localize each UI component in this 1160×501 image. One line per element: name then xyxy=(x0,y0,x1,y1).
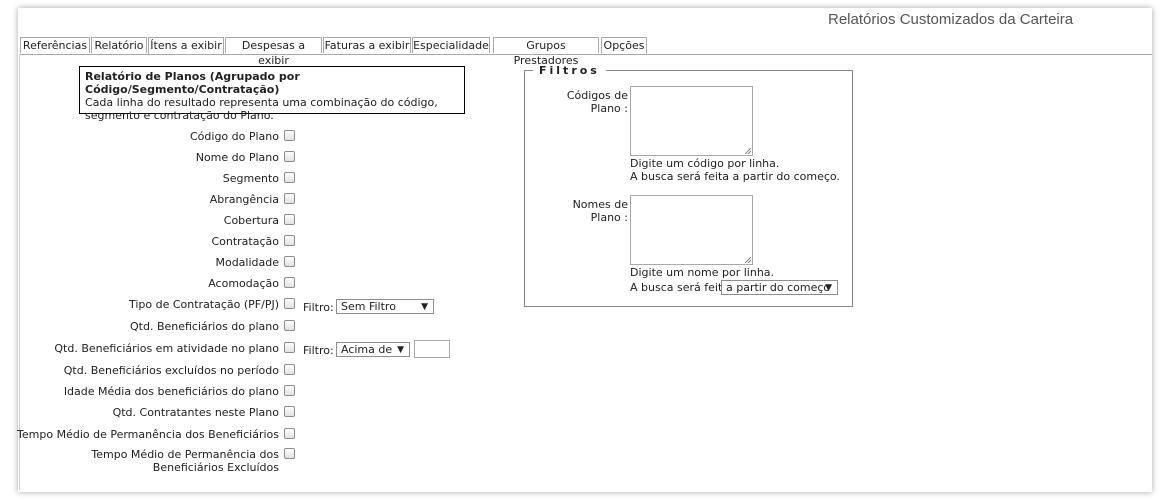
checkbox-tipo-contratacao[interactable] xyxy=(284,298,295,309)
checkbox-beneficiarios-atividade[interactable] xyxy=(284,342,295,353)
checkbox-beneficiarios-excluidos[interactable] xyxy=(284,364,295,375)
checkbox-modalidade[interactable] xyxy=(284,256,295,267)
nomes-search-mode-value: a partir do começo xyxy=(726,281,831,294)
checkbox-tempo-permanencia-excluidos[interactable] xyxy=(284,448,295,459)
tab-despesas-a-exibir[interactable]: Despesas a exibir xyxy=(225,37,322,67)
checkbox-segmento[interactable] xyxy=(284,172,295,183)
tab-relatorio[interactable]: Relatório xyxy=(91,37,147,53)
checkbox-contratacao[interactable] xyxy=(284,235,295,246)
tab-especialidade[interactable]: Especialidade xyxy=(412,37,490,53)
checkbox-tempo-permanencia[interactable] xyxy=(284,428,295,439)
codigos-help-1: Digite um código por linha. xyxy=(630,157,780,170)
codigos-help-2: A busca será feita a partir do começo. xyxy=(630,170,840,183)
panel-border xyxy=(19,54,20,490)
item-label-contratacao: Contratação xyxy=(211,235,279,248)
checkbox-acomodacao[interactable] xyxy=(284,277,295,288)
tab-divider xyxy=(20,54,1152,55)
checkbox-codigo-plano[interactable] xyxy=(284,130,295,141)
nomes-help-2: A busca será feita xyxy=(630,281,729,294)
item-label-beneficiarios-excluidos: Qtd. Beneficiários excluídos no período xyxy=(63,364,279,377)
page-title: Relatórios Customizados da Carteira xyxy=(828,11,1074,28)
item-label-cobertura: Cobertura xyxy=(223,214,279,227)
checkbox-qtd-beneficiarios[interactable] xyxy=(284,320,295,331)
codigos-plano-label: Códigos de Plano : xyxy=(566,89,628,115)
tab-itens-a-exibir[interactable]: Ítens a exibir xyxy=(148,37,224,55)
chevron-down-icon: ▼ xyxy=(825,283,832,293)
item-label-nome-plano: Nome do Plano xyxy=(195,151,279,164)
item-label-beneficiarios-atividade: Qtd. Beneficiários em atividade no plano xyxy=(54,342,279,355)
atividade-filter-select[interactable]: Acima de ▼ xyxy=(336,342,410,357)
item-label-modalidade: Modalidade xyxy=(215,256,279,269)
checkbox-idade-media[interactable] xyxy=(284,385,295,396)
checkbox-nome-plano[interactable] xyxy=(284,151,295,162)
item-label-qtd-contratantes: Qtd. Contratantes neste Plano xyxy=(112,406,279,419)
nomes-help-1: Digite um nome por linha. xyxy=(630,266,775,279)
codigos-plano-textarea[interactable] xyxy=(630,86,753,156)
item-label-idade-media: Idade Média dos beneficiários do plano xyxy=(63,385,279,398)
resize-handle-icon[interactable] xyxy=(745,148,751,154)
filtro-label-tipo: Filtro: xyxy=(303,301,334,314)
atividade-threshold-input[interactable] xyxy=(414,340,450,358)
item-label-codigo-plano: Código do Plano xyxy=(190,130,279,143)
item-label-tempo-permanencia: Tempo Médio de Permanência dos Beneficiá… xyxy=(17,428,279,441)
nomes-plano-textarea[interactable] xyxy=(630,195,753,265)
report-info-description: Cada linha do resultado representa uma c… xyxy=(85,96,438,122)
item-label-abrangencia: Abrangência xyxy=(209,193,279,206)
chevron-down-icon: ▼ xyxy=(421,302,428,312)
item-label-tipo-contratacao: Tipo de Contratação (PF/PJ) xyxy=(128,298,279,311)
tab-faturas-a-exibir[interactable]: Faturas a exibir xyxy=(323,37,411,53)
item-label-acomodacao: Acomodação xyxy=(208,277,279,290)
nomes-plano-label: Nomes de Plano : xyxy=(572,198,628,224)
filtro-label-atividade: Filtro: xyxy=(303,344,334,357)
item-label-tempo-permanencia-excluidos: Tempo Médio de Permanência dos Beneficiá… xyxy=(91,448,279,474)
report-info-title: Relatório de Planos (Agrupado por Código… xyxy=(85,70,300,96)
nomes-search-mode-select[interactable]: a partir do começo ▼ xyxy=(721,280,838,295)
chevron-down-icon: ▼ xyxy=(397,345,404,355)
resize-handle-icon[interactable] xyxy=(745,257,751,263)
item-label-qtd-beneficiarios: Qtd. Beneficiários do plano xyxy=(130,320,279,333)
tab-referencias[interactable]: Referências xyxy=(20,37,90,53)
atividade-filter-select-value: Acima de xyxy=(341,343,393,356)
checkbox-cobertura[interactable] xyxy=(284,214,295,225)
checkbox-abrangencia[interactable] xyxy=(284,193,295,204)
tab-grupos-prestadores[interactable]: Grupos Prestadores xyxy=(493,37,599,67)
item-label-segmento: Segmento xyxy=(222,172,279,185)
tab-opcoes[interactable]: Opções xyxy=(601,37,647,53)
report-info-box: Relatório de Planos (Agrupado por Código… xyxy=(79,66,465,122)
tipo-contratacao-select[interactable]: Sem Filtro ▼ xyxy=(336,299,434,314)
tipo-contratacao-select-value: Sem Filtro xyxy=(341,300,396,313)
filters-legend: Filtros xyxy=(539,64,600,77)
checkbox-qtd-contratantes[interactable] xyxy=(284,406,295,417)
